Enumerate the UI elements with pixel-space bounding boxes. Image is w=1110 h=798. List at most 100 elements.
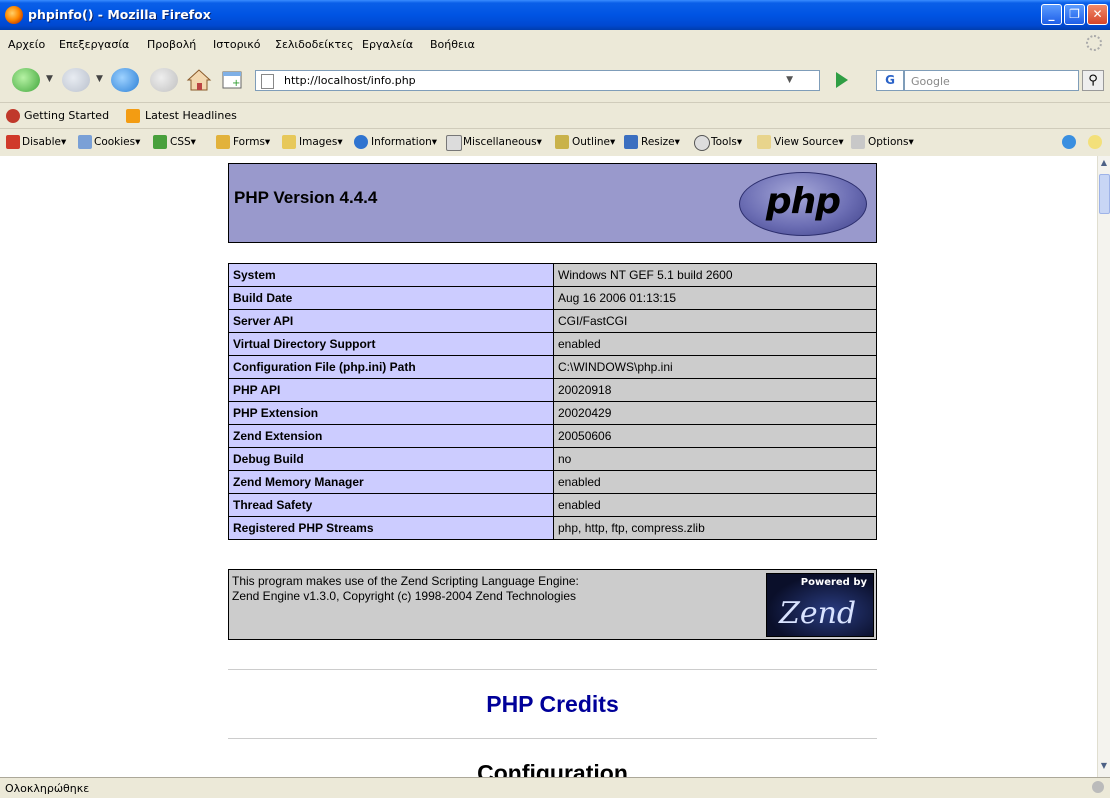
scroll-down-icon[interactable]: ▼ — [1098, 761, 1110, 775]
reload-button[interactable] — [111, 68, 139, 92]
back-dropdown-icon[interactable]: ▼ — [46, 74, 53, 84]
row-label: Debug Build — [228, 447, 554, 471]
dev-forms[interactable]: Forms▾ — [233, 136, 270, 148]
menu-view[interactable]: Προβολή — [147, 38, 196, 51]
row-label: PHP Extension — [228, 401, 554, 425]
divider — [228, 669, 877, 670]
dev-images[interactable]: Images▾ — [299, 136, 343, 148]
new-tab-button[interactable]: + — [220, 68, 248, 92]
table-row: PHP Extension 20020429 — [228, 401, 877, 425]
menu-file[interactable]: Αρχείο — [8, 38, 45, 51]
forward-dropdown-icon[interactable]: ▼ — [96, 74, 103, 84]
maximize-button[interactable]: ❐ — [1064, 4, 1085, 25]
status-bar: Ολοκληρώθηκε — [0, 777, 1110, 798]
row-value: Windows NT GEF 5.1 build 2600 — [553, 263, 877, 287]
menu-help[interactable]: Βοήθεια — [430, 38, 475, 51]
zend-text-line-1: This program makes use of the Zend Scrip… — [232, 574, 579, 588]
row-value: 20020918 — [553, 378, 877, 402]
zend-logo[interactable]: Powered by Zend — [766, 573, 874, 637]
table-row: Zend Memory Manager enabled — [228, 470, 877, 494]
search-placeholder: Google — [911, 75, 950, 88]
dev-resize[interactable]: Resize▾ — [641, 136, 680, 148]
dev-cookies[interactable]: Cookies▾ — [94, 136, 140, 148]
scroll-up-icon[interactable]: ▲ — [1098, 158, 1110, 172]
info-icon[interactable] — [1088, 135, 1102, 149]
getting-started-icon — [6, 109, 20, 123]
search-input[interactable]: Google — [904, 70, 1079, 91]
php-info-table: System Windows NT GEF 5.1 build 2600 Build… — [228, 263, 877, 540]
window-title: phpinfo() - Mozilla Firefox — [28, 7, 211, 22]
row-label: Virtual Directory Support — [228, 332, 554, 356]
row-label: Registered PHP Streams — [228, 516, 554, 540]
row-label: Zend Extension — [228, 424, 554, 448]
dev-disable[interactable]: Disable▾ — [22, 136, 66, 148]
row-value: 20050606 — [553, 424, 877, 448]
dev-information[interactable]: Information▾ — [371, 136, 437, 148]
table-row: Registered PHP Streams php, http, ftp, co… — [228, 516, 877, 540]
menu-history[interactable]: Ιστορικό — [213, 38, 261, 51]
row-value: Aug 16 2006 01:13:15 — [553, 286, 877, 310]
url-text[interactable]: http://localhost/info.php — [284, 74, 416, 87]
table-row: Virtual Directory Support enabled — [228, 332, 877, 356]
divider — [228, 738, 877, 739]
dev-css[interactable]: CSS▾ — [170, 136, 196, 148]
forward-button[interactable] — [62, 68, 90, 92]
validation-icon[interactable] — [1062, 135, 1076, 149]
row-label: Build Date — [228, 286, 554, 310]
information-icon — [354, 135, 368, 149]
table-row: Server API CGI/FastCGI — [228, 309, 877, 333]
menu-bar: Αρχείο Επεξεργασία Προβολή Ιστορικό Σελι… — [0, 30, 1110, 60]
row-label: PHP API — [228, 378, 554, 402]
menu-bookmarks[interactable]: Σελιδοδείκτες — [275, 38, 354, 51]
stop-button[interactable] — [150, 68, 178, 92]
dev-miscellaneous[interactable]: Miscellaneous▾ — [463, 136, 542, 148]
status-icon — [1092, 781, 1104, 793]
menu-tools[interactable]: Εργαλεία — [362, 38, 413, 51]
bookmark-getting-started[interactable]: Getting Started — [24, 109, 109, 122]
dev-view-source[interactable]: View Source▾ — [774, 136, 844, 148]
table-row: Configuration File (php.ini) Path C:\WIND… — [228, 355, 877, 379]
firefox-icon — [5, 6, 23, 24]
row-value: 20020429 — [553, 401, 877, 425]
bookmark-latest-headlines[interactable]: Latest Headlines — [145, 109, 237, 122]
window-title-bar[interactable]: phpinfo() - Mozilla Firefox _ ❐ ✕ — [0, 0, 1110, 30]
url-bar[interactable]: http://localhost/info.php ▼ — [255, 70, 820, 91]
row-label: Zend Memory Manager — [228, 470, 554, 494]
images-icon — [282, 135, 296, 149]
miscellaneous-icon — [446, 135, 462, 151]
home-button[interactable] — [186, 68, 214, 92]
minimize-button[interactable]: _ — [1041, 4, 1062, 25]
page-content: PHP Version 4.4.4 php System Windows NT G… — [0, 156, 1097, 777]
row-value: CGI/FastCGI — [553, 309, 877, 333]
row-value: php, http, ftp, compress.zlib — [553, 516, 877, 540]
php-version-title: PHP Version 4.4.4 — [234, 188, 378, 207]
scrollbar-thumb[interactable] — [1099, 174, 1110, 214]
web-developer-toolbar: Disable▾ Cookies▾ CSS▾ Forms▾ Images▾ In… — [0, 128, 1110, 157]
php-version-header: PHP Version 4.4.4 php — [228, 163, 877, 243]
close-button[interactable]: ✕ — [1087, 4, 1108, 25]
table-row: System Windows NT GEF 5.1 build 2600 — [228, 263, 877, 287]
table-row: Build Date Aug 16 2006 01:13:15 — [228, 286, 877, 310]
dev-options[interactable]: Options▾ — [868, 136, 914, 148]
url-dropdown-icon[interactable]: ▼ — [786, 75, 793, 85]
search-icon[interactable]: ⚲ — [1082, 70, 1104, 91]
vertical-scrollbar[interactable]: ▲ ▼ — [1097, 156, 1110, 777]
options-icon — [851, 135, 865, 149]
dev-tools[interactable]: Tools▾ — [711, 136, 742, 148]
row-value: C:\WINDOWS\php.ini — [553, 355, 877, 379]
go-button[interactable] — [836, 72, 848, 88]
search-engine-selector[interactable]: G — [876, 70, 904, 91]
back-button[interactable] — [12, 68, 40, 92]
row-value: enabled — [553, 493, 877, 517]
css-icon — [153, 135, 167, 149]
svg-text:+: + — [232, 78, 240, 89]
cookies-icon — [78, 135, 92, 149]
php-logo[interactable]: php — [739, 172, 867, 236]
dev-outline[interactable]: Outline▾ — [572, 136, 615, 148]
throbber-icon — [1086, 35, 1102, 51]
outline-icon — [555, 135, 569, 149]
row-label: Thread Safety — [228, 493, 554, 517]
php-credits-link[interactable]: PHP Credits — [228, 691, 877, 718]
menu-edit[interactable]: Επεξεργασία — [59, 38, 129, 51]
row-label: Configuration File (php.ini) Path — [228, 355, 554, 379]
